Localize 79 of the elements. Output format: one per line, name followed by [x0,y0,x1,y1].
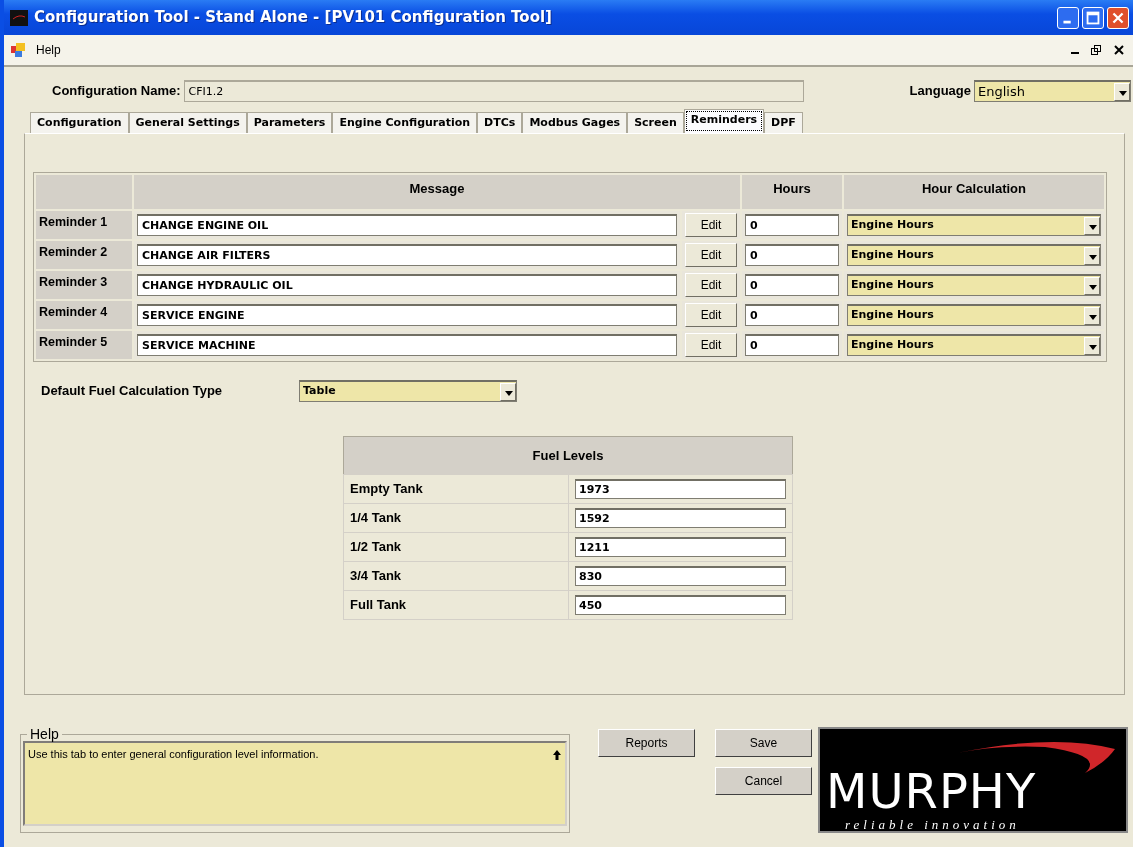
tab[interactable]: Modbus Gages [522,111,628,133]
combo-value: English [978,82,1025,101]
tab[interactable]: Configuration [30,111,129,133]
hours-field[interactable]: 0 [745,214,839,236]
reports-button[interactable]: Reports [598,729,695,757]
fuel-value-field[interactable]: 830 [575,566,786,586]
row-label: Reminder 2 [36,241,132,269]
hours-field[interactable]: 0 [745,274,839,296]
row-label: Reminder 4 [36,301,132,329]
logo-tagline: reliable innovation [845,816,1020,831]
row-label: Empty Tank [343,474,569,504]
cancel-button[interactable]: Cancel [715,767,812,795]
hours-field[interactable]: 0 [745,244,839,266]
tab[interactable]: DTCs [477,111,523,133]
minimize-button[interactable] [1057,6,1079,29]
logo-name: MURPHY [826,767,1037,815]
hour-calc-dropdown[interactable]: Engine Hours [847,214,1101,236]
menu-item[interactable]: Help [36,41,61,59]
hours-field[interactable]: 0 [745,334,839,356]
fuel-calc-dropdown[interactable]: Table [299,380,517,402]
tab[interactable]: General Settings [128,111,247,133]
edit-button[interactable]: Edit [685,333,737,357]
combo-value: Engine Hours [851,337,934,354]
fuel-value-field[interactable]: 450 [575,595,786,615]
window-title: Configuration Tool - Stand Alone - [PV101 Configuration Tool] [34,7,552,29]
close-icon[interactable] [1114,45,1124,55]
tab[interactable]: Parameters [246,111,333,133]
combo-value: Engine Hours [851,277,934,294]
up-arrow-icon[interactable] [552,749,562,761]
language-dropdown[interactable]: English [974,80,1131,102]
fuel-value-field[interactable]: 1592 [575,508,786,528]
edit-button[interactable]: Edit [685,303,737,327]
column-header: Fuel Levels [343,436,793,475]
edit-button[interactable]: Edit [685,213,737,237]
app-icon [10,9,28,26]
hour-calc-dropdown[interactable]: Engine Hours [847,304,1101,326]
fuel-value-field[interactable]: 1973 [575,479,786,499]
combo-value: Engine Hours [851,217,934,234]
column-header: Hour Calculation [844,175,1104,209]
message-field[interactable]: CHANGE ENGINE OIL [137,214,677,236]
row-label: Full Tank [343,590,569,620]
tab[interactable]: Reminders [683,108,765,133]
row-label: Reminder 1 [36,211,132,239]
message-field[interactable]: CHANGE HYDRAULIC OIL [137,274,677,296]
hours-field[interactable]: 0 [745,304,839,326]
config-name-label: Configuration Name: [52,82,181,101]
row-label: 3/4 Tank [343,561,569,591]
combo-value: Engine Hours [851,247,934,264]
edit-button[interactable]: Edit [685,273,737,297]
help-title: Help [29,727,60,741]
help-text: Use this tab to enter general configuration level information. [28,747,320,762]
maximize-button[interactable] [1082,6,1104,29]
combo-value: Engine Hours [851,307,934,324]
tab[interactable]: Engine Configuration [332,111,478,133]
restore-icon[interactable] [1091,45,1102,55]
fuel-value-field[interactable]: 1211 [575,537,786,557]
hour-calc-dropdown[interactable]: Engine Hours [847,274,1101,296]
combo-value: Table [303,383,336,400]
row-label: Reminder 5 [36,331,132,359]
edit-button[interactable]: Edit [685,243,737,267]
close-button[interactable] [1107,6,1129,29]
row-label: Reminder 3 [36,271,132,299]
row-label: 1/4 Tank [343,503,569,533]
hour-calc-dropdown[interactable]: Engine Hours [847,334,1101,356]
message-field[interactable]: CHANGE AIR FILTERS [137,244,677,266]
document-icon [10,42,26,58]
language-label: Language [909,82,971,101]
row-label: 1/2 Tank [343,532,569,562]
message-field[interactable]: SERVICE ENGINE [137,304,677,326]
hour-calc-dropdown[interactable]: Engine Hours [847,244,1101,266]
config-name-field[interactable]: CFI1.2 [183,80,804,102]
column-header: Message [134,175,740,209]
help-text-area[interactable]: Use this tab to enter general configuration level information. [23,741,567,826]
tab[interactable]: Screen [627,111,684,133]
message-field[interactable]: SERVICE MACHINE [137,334,677,356]
save-button[interactable]: Save [715,729,812,757]
tab[interactable]: DPF [764,111,803,133]
column-header: Hours [742,175,842,209]
fuel-calc-label: Default Fuel Calculation Type [41,382,224,401]
